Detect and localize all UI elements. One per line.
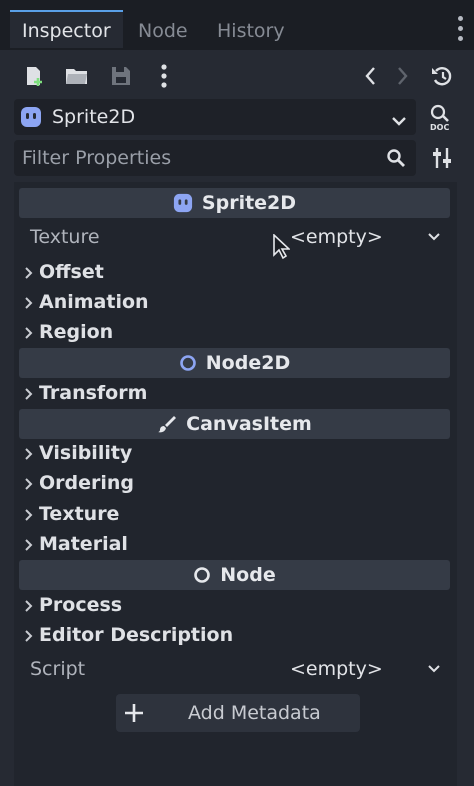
filter-properties-input[interactable]: Filter Properties (14, 140, 416, 176)
chevron-right-icon (25, 476, 33, 495)
group-offset[interactable]: Offset (19, 257, 450, 287)
chevron-down-icon[interactable] (428, 229, 440, 248)
object-selector[interactable]: Sprite2D (14, 99, 416, 135)
section-header-node2d: Node2D (19, 348, 450, 378)
chevron-right-icon (25, 537, 33, 556)
group-label: Region (39, 321, 114, 343)
group-label: Texture (39, 503, 120, 525)
chevron-right-icon (25, 598, 33, 617)
section-header-sprite2d: Sprite2D (19, 188, 450, 218)
section-header-node: Node (19, 560, 450, 590)
open-folder-icon[interactable] (63, 62, 91, 90)
tab-inspector[interactable]: Inspector (10, 10, 123, 48)
sprite2d-icon (20, 106, 42, 132)
property-script[interactable]: Script <empty> (19, 655, 450, 683)
new-resource-icon[interactable] (20, 62, 48, 90)
add-metadata-label: Add Metadata (188, 702, 321, 724)
section-title: Sprite2D (201, 192, 297, 214)
section-title: Node (220, 564, 276, 586)
open-docs-icon[interactable]: DOC (428, 103, 456, 132)
group-label: Process (39, 594, 123, 616)
group-label: Material (39, 533, 128, 555)
group-label: Ordering (39, 472, 135, 494)
group-label: Transform (39, 382, 148, 404)
history-icon[interactable] (428, 62, 456, 90)
chevron-down-icon[interactable] (428, 661, 440, 680)
group-editor-description[interactable]: Editor Description (19, 620, 450, 650)
script-value-picker[interactable]: <empty> (290, 655, 383, 683)
dock-options-icon[interactable] (456, 16, 464, 42)
group-label: Visibility (39, 442, 133, 464)
chevron-right-icon (25, 325, 33, 344)
tab-node[interactable]: Node (138, 12, 188, 50)
plus-icon (124, 703, 144, 727)
chevron-right-icon (25, 507, 33, 526)
filter-placeholder: Filter Properties (22, 147, 172, 169)
group-label: Animation (39, 291, 149, 313)
chevron-right-icon (25, 628, 33, 647)
chevron-right-icon (25, 386, 33, 405)
tab-history[interactable]: History (217, 12, 285, 50)
forward-icon[interactable] (389, 62, 417, 90)
group-label: Editor Description (39, 624, 234, 646)
svg-text:DOC: DOC (430, 123, 449, 131)
group-visibility[interactable]: Visibility (19, 438, 450, 468)
add-metadata-button[interactable]: Add Metadata (116, 694, 360, 732)
sprite2d-icon (173, 193, 193, 213)
section-header-canvasitem: CanvasItem (19, 409, 450, 439)
section-title: Node2D (205, 352, 291, 374)
group-label: Offset (39, 261, 104, 283)
node-icon (193, 566, 211, 584)
chevron-right-icon (25, 446, 33, 465)
property-texture[interactable]: Texture <empty> (19, 223, 450, 251)
object-selector-label: Sprite2D (52, 106, 136, 128)
more-options-icon[interactable] (150, 62, 178, 90)
node2d-icon (179, 354, 197, 372)
group-texture[interactable]: Texture (19, 499, 450, 529)
group-material[interactable]: Material (19, 529, 450, 559)
chevron-down-icon (392, 111, 406, 130)
property-label: Script (30, 658, 86, 680)
group-ordering[interactable]: Ordering (19, 468, 450, 498)
chevron-right-icon (25, 295, 33, 314)
search-icon (386, 148, 406, 172)
save-icon[interactable] (107, 62, 135, 90)
chevron-right-icon (25, 265, 33, 284)
property-filter-options-icon[interactable] (431, 146, 453, 170)
group-transform[interactable]: Transform (19, 378, 450, 408)
property-label: Texture (30, 226, 100, 248)
group-process[interactable]: Process (19, 590, 450, 620)
group-region[interactable]: Region (19, 317, 450, 347)
back-icon[interactable] (356, 62, 384, 90)
brush-icon (157, 414, 177, 434)
section-title: CanvasItem (186, 413, 312, 435)
dock-tab-bar: Inspector Node History (0, 0, 474, 50)
group-animation[interactable]: Animation (19, 287, 450, 317)
texture-value-picker[interactable]: <empty> (290, 223, 383, 251)
